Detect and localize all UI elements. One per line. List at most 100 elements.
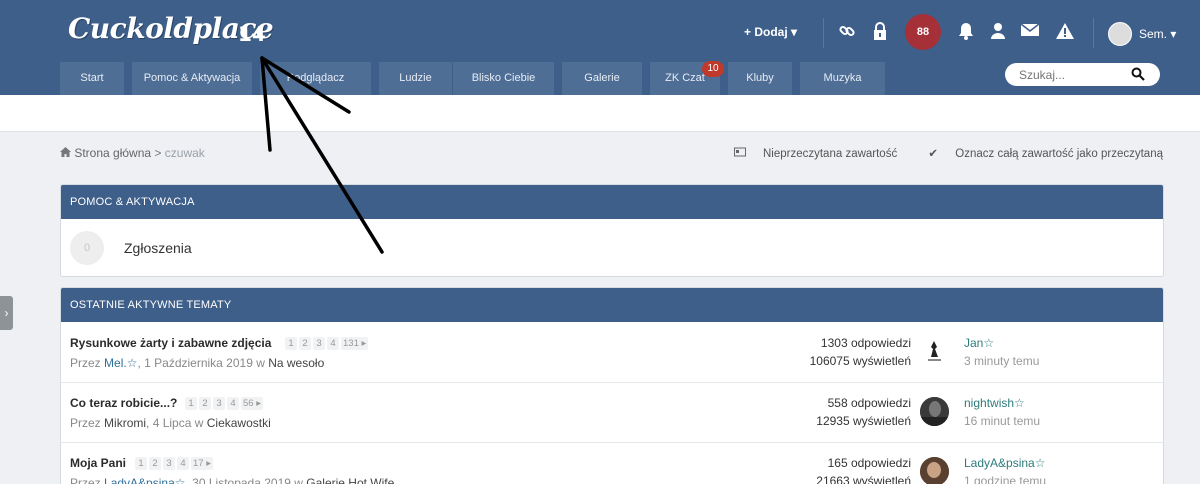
page-link[interactable]: 131 ▸ bbox=[341, 337, 369, 350]
topic-title[interactable]: Co teraz robicie...? bbox=[70, 396, 177, 410]
breadcrumb: Strona główna > czuwak bbox=[60, 146, 205, 160]
topic-date: , 30 Listopada 2019 w bbox=[185, 476, 303, 484]
tab-start[interactable]: Start bbox=[60, 62, 124, 95]
page-link[interactable]: 1 bbox=[135, 457, 147, 470]
topic-meta: Przez LadyA&psina☆, 30 Listopada 2019 w … bbox=[70, 476, 394, 484]
forum-link[interactable]: Galerie Hot Wife bbox=[306, 476, 394, 484]
user-icon[interactable] bbox=[988, 22, 1008, 42]
tab-help-activation[interactable]: Pomoc & Aktywacja bbox=[132, 62, 252, 95]
page-link[interactable]: 4 bbox=[177, 457, 189, 470]
user-avatar[interactable] bbox=[1108, 22, 1132, 46]
page-link[interactable]: 17 ▸ bbox=[191, 457, 213, 470]
topic-date: , 4 Lipca w bbox=[146, 416, 204, 430]
page-link[interactable]: 4 bbox=[227, 397, 239, 410]
author-link[interactable]: Mikromi bbox=[104, 416, 146, 430]
topic-row: Rysunkowe żarty i zabawne zdjęcia 1 2 3 4 13… bbox=[61, 323, 1163, 383]
divider bbox=[1093, 18, 1094, 48]
topic-title[interactable]: Moja Pani bbox=[70, 456, 126, 470]
search-input[interactable] bbox=[1019, 67, 1129, 82]
tab-voyeur[interactable]: Podglądacz bbox=[260, 62, 371, 95]
topic-title[interactable]: Rysunkowe żarty i zabawne zdjęcia bbox=[70, 336, 271, 350]
topic-pagination: 1 2 3 4 17 ▸ bbox=[135, 457, 215, 470]
last-poster-avatar[interactable] bbox=[920, 457, 949, 484]
topic-stats: 1303 odpowiedzi 106075 wyświetleń bbox=[810, 334, 911, 370]
divider bbox=[823, 18, 824, 48]
page-link[interactable]: 2 bbox=[199, 397, 211, 410]
topic-row: Co teraz robicie...? 1 2 3 4 56 ▸ Przez Mikr… bbox=[61, 383, 1163, 443]
page-link[interactable]: 4 bbox=[327, 337, 339, 350]
last-post-time[interactable]: 16 minut temu bbox=[964, 414, 1040, 428]
last-poster-avatar[interactable] bbox=[920, 337, 949, 366]
user-menu-button[interactable]: Sem. ▾ bbox=[1139, 27, 1176, 41]
topic-date: , 1 Października 2019 w bbox=[137, 356, 265, 370]
add-menu-button[interactable]: + Dodaj ▾ bbox=[744, 25, 797, 39]
forum-link-reports[interactable]: Zgłoszenia bbox=[124, 240, 192, 256]
by-label: Przez bbox=[70, 416, 101, 430]
tab-music[interactable]: Muzyka bbox=[800, 62, 885, 95]
sidebar-toggle-chevron-icon[interactable]: › bbox=[0, 296, 13, 330]
mark-all-read-link[interactable]: ✔ Oznacz całą zawartość jako przeczytaną bbox=[914, 148, 1163, 160]
last-poster-avatar[interactable] bbox=[920, 397, 949, 426]
tab-people[interactable]: Ludzie bbox=[379, 62, 452, 95]
block-title: OSTATNIE AKTYWNE TEMATY bbox=[61, 288, 1163, 322]
tab-clubs[interactable]: Kluby bbox=[728, 62, 792, 95]
view-count: 12935 wyświetleń bbox=[816, 414, 911, 428]
view-count: 106075 wyświetleń bbox=[809, 354, 911, 368]
checkmark-icon: ✔ bbox=[928, 148, 939, 160]
breadcrumb-current: czuwak bbox=[164, 146, 205, 160]
page-link[interactable]: 2 bbox=[299, 337, 311, 350]
topic-meta: Przez Mel.☆, 1 Października 2019 w Na we… bbox=[70, 356, 324, 370]
mark-all-read-label: Oznacz całą zawartość jako przeczytaną bbox=[955, 148, 1163, 160]
top-actions: + Dodaj ▾ 88 Sem. ▾ bbox=[0, 14, 1200, 54]
author-link[interactable]: Mel.☆ bbox=[104, 356, 137, 370]
envelope-icon[interactable] bbox=[1020, 22, 1040, 42]
breadcrumb-home-link[interactable]: Strona główna bbox=[74, 146, 151, 160]
topic-pagination: 1 2 3 4 56 ▸ bbox=[185, 397, 265, 410]
last-post-time[interactable]: 1 godzinę temu bbox=[964, 474, 1046, 484]
page-link[interactable]: 1 bbox=[185, 397, 197, 410]
last-poster-link[interactable]: Jan☆ bbox=[964, 336, 994, 350]
content-actions: Nieprzeczytana zawartość ✔ Oznacz całą z… bbox=[720, 146, 1163, 160]
topic-pagination: 1 2 3 4 131 ▸ bbox=[285, 337, 370, 350]
link-icon[interactable] bbox=[837, 22, 857, 42]
tab-nearby[interactable]: Blisko Ciebie bbox=[453, 62, 554, 95]
reply-count: 165 odpowiedzi bbox=[827, 456, 911, 470]
last-poster-link[interactable]: nightwish☆ bbox=[964, 396, 1025, 410]
warning-icon[interactable] bbox=[1055, 22, 1075, 42]
reply-count: 558 odpowiedzi bbox=[827, 396, 911, 410]
breadcrumb-separator: > bbox=[154, 146, 162, 160]
content-strip bbox=[0, 95, 1200, 132]
topic-stats: 558 odpowiedzi 12935 wyświetleń bbox=[816, 394, 911, 430]
page-link[interactable]: 56 ▸ bbox=[241, 397, 263, 410]
last-poster-link[interactable]: LadyA&psina☆ bbox=[964, 456, 1045, 470]
forum-block-help: POMOC & AKTYWACJA 0 Zgłoszenia bbox=[60, 184, 1164, 277]
unread-content-label: Nieprzeczytana zawartość bbox=[762, 148, 898, 160]
chat-badge: 10 bbox=[702, 61, 724, 77]
forum-link[interactable]: Ciekawostki bbox=[207, 416, 271, 430]
topic-row: Moja Pani 1 2 3 4 17 ▸ Przez LadyA&psina☆, 3… bbox=[61, 443, 1163, 484]
page-link[interactable]: 3 bbox=[313, 337, 325, 350]
topic-stats: 165 odpowiedzi 21663 wyświetleń bbox=[816, 454, 911, 484]
author-link[interactable]: LadyA&psina☆ bbox=[104, 476, 185, 484]
view-count: 21663 wyświetleń bbox=[816, 474, 911, 484]
lock-icon[interactable] bbox=[870, 22, 890, 42]
notification-count-badge[interactable]: 88 bbox=[905, 14, 941, 50]
bell-icon[interactable] bbox=[956, 22, 976, 42]
page-link[interactable]: 3 bbox=[163, 457, 175, 470]
site-header: Cuckoldplace 14 + Dodaj ▾ 88 Sem. ▾ Star… bbox=[0, 0, 1200, 95]
block-title: POMOC & AKTYWACJA bbox=[61, 185, 1163, 219]
forum-link[interactable]: Na wesoło bbox=[268, 356, 324, 370]
tab-galleries[interactable]: Galerie bbox=[562, 62, 642, 95]
last-post-time[interactable]: 3 minuty temu bbox=[964, 354, 1039, 368]
unread-count-indicator: 0 bbox=[70, 231, 104, 265]
page-link[interactable]: 3 bbox=[213, 397, 225, 410]
page-link[interactable]: 1 bbox=[285, 337, 297, 350]
newspaper-icon bbox=[733, 147, 746, 157]
recent-topics-block: OSTATNIE AKTYWNE TEMATY Rysunkowe żarty … bbox=[60, 287, 1164, 484]
by-label: Przez bbox=[70, 476, 101, 484]
unread-content-link[interactable]: Nieprzeczytana zawartość bbox=[733, 147, 901, 160]
search-box bbox=[1005, 63, 1160, 86]
search-icon[interactable] bbox=[1131, 67, 1145, 81]
page-link[interactable]: 2 bbox=[149, 457, 161, 470]
topic-meta: Przez Mikromi, 4 Lipca w Ciekawostki bbox=[70, 416, 271, 430]
